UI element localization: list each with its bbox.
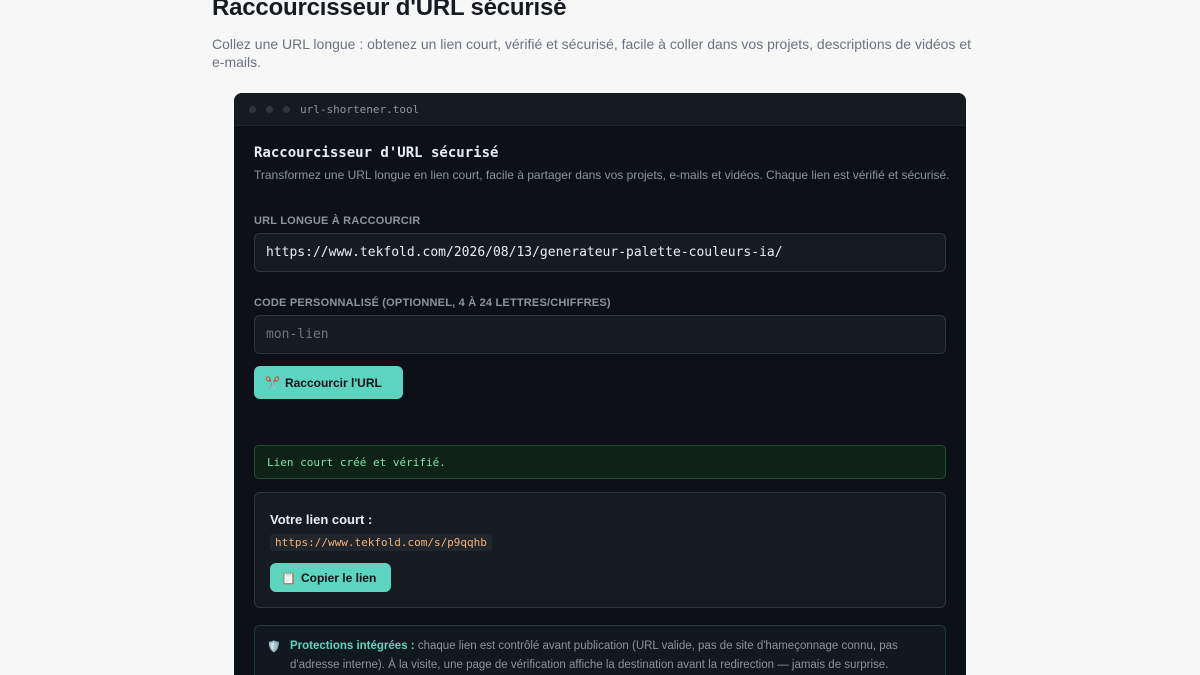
scissors-icon: ✂️ xyxy=(265,375,280,390)
shorten-button[interactable]: ✂️ Raccourcir l'URL xyxy=(254,366,403,399)
page-description: Collez une URL longue : obtenez un lien … xyxy=(212,36,972,70)
result-label: Votre lien court : xyxy=(270,512,373,527)
custom-code-label: CODE PERSONNALISÉ (OPTIONNEL, 4 À 24 LET… xyxy=(254,297,611,309)
info-heading: Protections intégrées : xyxy=(290,640,415,652)
shorten-button-label: Raccourcir l'URL xyxy=(284,375,382,390)
success-message: Lien court créé et vérifié. xyxy=(254,445,946,479)
security-info-box: 🛡️ Protections intégrées : chaque lien e… xyxy=(254,625,946,675)
clipboard-icon: 📋 xyxy=(281,570,296,585)
short-url[interactable]: https://www.tekfold.com/s/p9qqhb xyxy=(270,534,492,551)
tool-description: Transformez une URL longue en lien court… xyxy=(254,168,950,182)
url-field-label: URL LONGUE À RACCOURCIR xyxy=(254,215,421,227)
custom-code-input[interactable] xyxy=(254,315,946,354)
window-dot-icon xyxy=(283,105,290,113)
window-dot-icon xyxy=(249,105,256,113)
window-dot-icon xyxy=(266,105,273,113)
shield-icon: 🛡️ xyxy=(267,641,281,653)
window-titlebar: url-shortener.tool xyxy=(234,93,966,126)
window-title: url-shortener.tool xyxy=(300,102,420,116)
copy-link-label: Copier le lien xyxy=(300,570,377,585)
result-panel: Votre lien court : https://www.tekfold.c… xyxy=(254,492,946,608)
copy-link-button[interactable]: 📋 Copier le lien xyxy=(270,563,391,592)
tool-window: url-shortener.tool Raccourcisseur d'URL … xyxy=(234,93,966,675)
long-url-input[interactable] xyxy=(254,233,946,272)
page-title: Raccourcisseur d'URL sécurisé xyxy=(212,0,567,21)
tool-title: Raccourcisseur d'URL sécurisé xyxy=(254,145,499,161)
